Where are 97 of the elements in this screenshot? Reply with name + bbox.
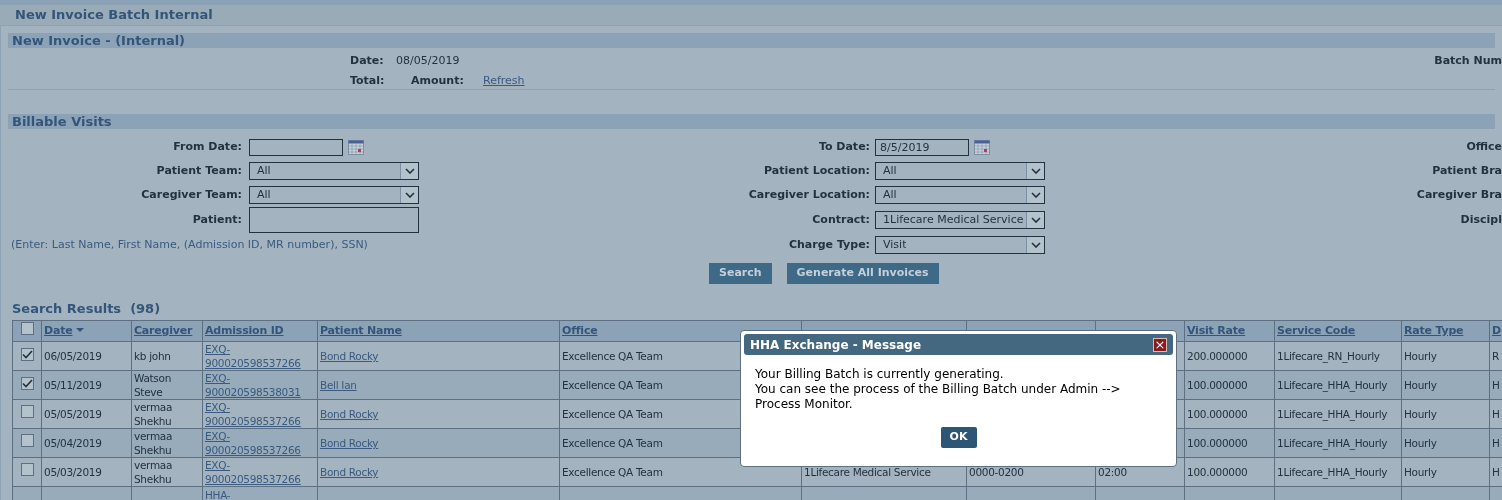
field-label: From Date: xyxy=(172,138,243,155)
batch-number-label: Batch Num xyxy=(1434,53,1502,69)
column-header[interactable]: Office xyxy=(562,323,598,337)
table-cell-text: 05/11/2019 xyxy=(44,379,102,391)
field-label: Patient Bra xyxy=(1431,162,1502,179)
dialog-title: HHA Exchange - Message xyxy=(750,336,922,354)
page-title: New Invoice Batch Internal xyxy=(15,6,213,25)
field-label: Patient Location: xyxy=(763,162,871,179)
table-cell-text: H xyxy=(1492,437,1500,449)
table-cell-text: Excellence QA Team xyxy=(562,466,663,478)
chevron-down-icon xyxy=(1030,192,1041,198)
dropdown[interactable]: All xyxy=(875,162,1045,180)
table-cell-text: Hourly xyxy=(1404,350,1437,362)
message-text: Your Billing Batch is currently generating. xyxy=(755,367,1005,382)
table-cell-text: 1Lifecare_HHA_Hourly xyxy=(1277,408,1388,420)
total-label: Total: xyxy=(350,73,385,89)
section-header: Billable Visits xyxy=(8,114,1495,129)
field-label: Caregiver Bra xyxy=(1415,186,1502,203)
table-cell-text: 200.000000 xyxy=(1187,350,1248,362)
table-cell-text: 02:00 xyxy=(1098,466,1127,478)
table-cell-text: Excellence QA Team xyxy=(562,350,663,362)
patient-link[interactable]: Bond Rocky xyxy=(320,437,379,449)
calendar-icon[interactable] xyxy=(348,139,364,155)
field-label: Patient: xyxy=(191,211,243,228)
field-label: To Date: xyxy=(817,138,871,155)
chevron-down-icon xyxy=(1030,242,1041,248)
patient-link[interactable]: Bond Rocky xyxy=(320,466,379,478)
field-label: Caregiver Location: xyxy=(747,186,871,203)
chevron-down-icon xyxy=(1030,217,1041,223)
checkbox[interactable] xyxy=(20,433,34,447)
hint-text: (Enter: Last Name, First Name, (Admission ID, MR number), SSN) xyxy=(10,236,369,253)
results-title: Search Results (98) xyxy=(11,299,162,318)
date-value: 08/05/2019 xyxy=(396,53,460,69)
date-field[interactable]: 8/5/2019 xyxy=(875,138,969,156)
date-label: Date: xyxy=(350,53,384,69)
table-cell-text: H xyxy=(1492,379,1500,391)
close-button[interactable]: × xyxy=(1153,337,1167,352)
dropdown[interactable]: All xyxy=(875,186,1045,204)
generate-button[interactable]: Generate All Invoices xyxy=(786,263,939,284)
patient-link[interactable]: Bond Rocky xyxy=(320,350,379,362)
table-cell-text: Excellence QA Team xyxy=(562,379,663,391)
checkbox[interactable] xyxy=(20,404,34,418)
table-cell-text: 100.000000 xyxy=(1187,437,1248,449)
message-text: You can see the process of the Billing Batch under Admin --> xyxy=(755,382,1122,397)
checkbox[interactable] xyxy=(20,321,34,335)
table-cell-text: Excellence QA Team xyxy=(562,408,663,420)
table-cell-text: 100.000000 xyxy=(1187,466,1248,478)
patient-link[interactable]: Bell Ian xyxy=(320,379,357,391)
calendar-icon[interactable] xyxy=(974,139,990,155)
table-cell-text: 1Lifecare_HHA_Hourly xyxy=(1277,466,1388,478)
table-cell-text: 06/05/2019 xyxy=(44,350,102,362)
dropdown[interactable]: Visit xyxy=(875,236,1045,254)
sort-icon xyxy=(76,328,85,334)
field-label: Caregiver Team: xyxy=(140,186,243,203)
search-button[interactable]: Search xyxy=(709,263,772,284)
dropdown[interactable]: All xyxy=(249,162,419,180)
table-cell-text: Hourly xyxy=(1404,437,1437,449)
table-cell-text: 05/04/2019 xyxy=(44,437,102,449)
table-cell-text: Hourly xyxy=(1404,408,1437,420)
text-field[interactable] xyxy=(249,207,419,233)
table-cell-text: Hourly xyxy=(1404,379,1437,391)
table-cell-text: H xyxy=(1492,466,1500,478)
field-label: Discipl xyxy=(1459,211,1502,228)
field-label: Contract: xyxy=(811,211,871,228)
section-header: New Invoice - (Internal) xyxy=(8,33,1495,48)
table-cell-text: kb john xyxy=(134,349,172,363)
date-field[interactable] xyxy=(249,138,343,156)
ok-button[interactable]: OK xyxy=(940,427,977,448)
chevron-down-icon xyxy=(404,168,415,174)
table-cell-text: 05/05/2019 xyxy=(44,408,102,420)
checkbox[interactable] xyxy=(20,347,34,361)
table-cell-text: 1Lifecare_HHA_Hourly xyxy=(1277,379,1388,391)
table-cell-text: 1Lifecare_RN_Hourly xyxy=(1277,350,1380,362)
table-cell-text: R xyxy=(1492,350,1499,362)
checkbox[interactable] xyxy=(20,462,34,476)
message-text: Process Monitor. xyxy=(755,397,854,412)
dropdown[interactable]: 1Lifecare Medical Service xyxy=(875,211,1045,229)
table-cell-text: 100.000000 xyxy=(1187,379,1248,391)
table-cell-text: 1Lifecare Medical Service xyxy=(804,466,931,478)
refresh-link[interactable]: Refresh xyxy=(483,73,525,90)
table-cell-text: vermaa Shekhu xyxy=(134,458,174,486)
field-label: Charge Type: xyxy=(787,236,871,253)
chevron-down-icon xyxy=(1030,168,1041,174)
table-cell-text: Excellence QA Team xyxy=(562,437,663,449)
table-cell-text: 05/03/2019 xyxy=(44,466,102,478)
table-cell-text: 1Lifecare_HHA_Hourly xyxy=(1277,437,1388,449)
table-cell-text: H xyxy=(1492,408,1500,420)
chevron-down-icon xyxy=(404,192,415,198)
field-label: Patient Team: xyxy=(155,162,243,179)
table-cell-text: 0000-0200 xyxy=(969,466,1024,478)
field-label: Office xyxy=(1465,138,1502,155)
table-cell-text: Hourly xyxy=(1404,466,1437,478)
table-cell-text: 100.000000 xyxy=(1187,408,1248,420)
patient-link[interactable]: Bond Rocky xyxy=(320,408,379,420)
dropdown[interactable]: All xyxy=(249,186,419,204)
amount-label: Amount: xyxy=(411,73,464,89)
checkbox[interactable] xyxy=(20,376,34,390)
